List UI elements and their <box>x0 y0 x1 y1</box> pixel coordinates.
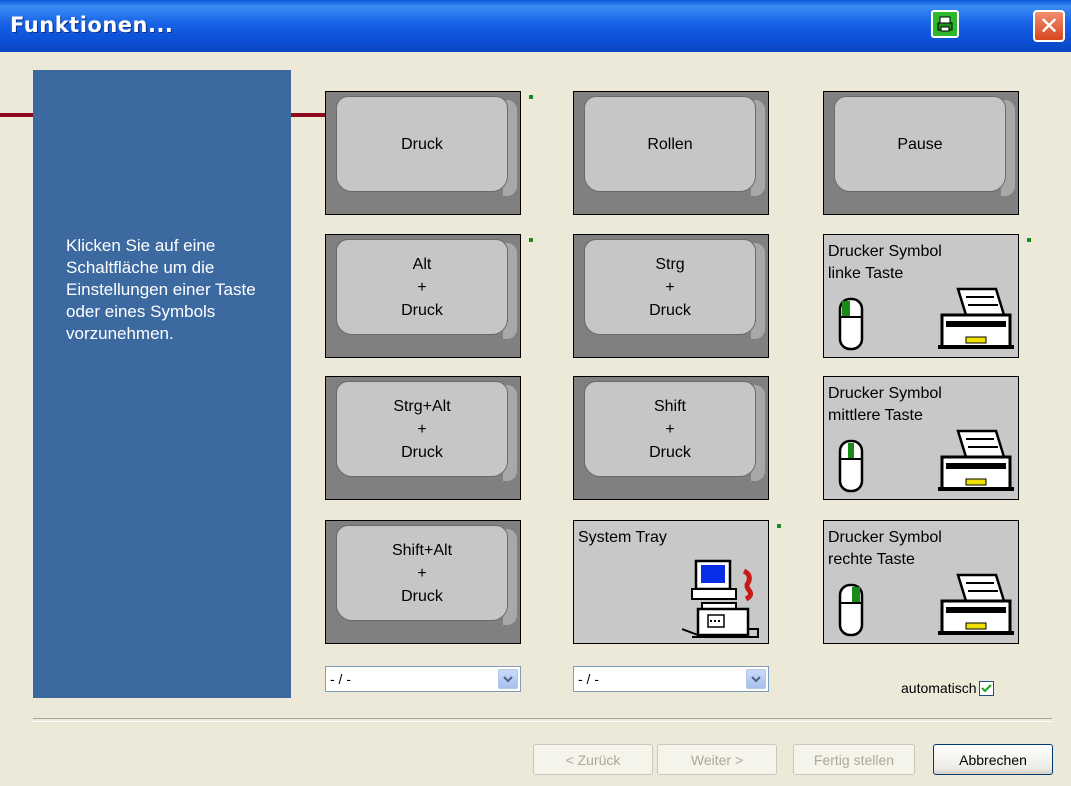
mouse-right-button-icon <box>838 583 864 637</box>
key-druck-label: Druck <box>401 135 443 153</box>
mouse-middle-button-icon <box>838 439 864 493</box>
finish-button[interactable]: Fertig stellen <box>793 744 915 775</box>
automatisch-option: automatisch <box>901 680 995 696</box>
printer-icon <box>938 287 1014 349</box>
back-button[interactable]: < Zurück <box>533 744 653 775</box>
indicator-dot <box>529 95 533 99</box>
key-alt-druck-label: Alt + Druck <box>401 255 443 319</box>
key-alt-druck[interactable]: Alt + Druck <box>325 234 521 358</box>
tile-drucker-rechts-label: Drucker Symbol rechte Taste <box>828 529 942 568</box>
cancel-button[interactable]: Abbrechen <box>933 744 1053 775</box>
left-select-value: - / - <box>330 671 351 687</box>
chevron-down-icon[interactable] <box>746 669 766 689</box>
title-bar: Funktionen... ✕ <box>0 0 1071 52</box>
key-strg-alt-druck[interactable]: Strg+Alt + Druck <box>325 376 521 500</box>
indicator-dot <box>1027 238 1031 242</box>
key-pause-label: Pause <box>897 135 943 153</box>
info-panel: Klicken Sie auf eine Schaltfläche um die… <box>33 70 291 698</box>
tile-drucker-mittlere-taste[interactable]: Drucker Symbol mittlere Taste <box>823 376 1019 500</box>
close-icon: ✕ <box>1038 12 1060 40</box>
printer-icon <box>938 429 1014 491</box>
next-button[interactable]: Weiter > <box>657 744 777 775</box>
key-druck[interactable]: Druck <box>325 91 521 215</box>
key-strg-alt-druck-label: Strg+Alt + Druck <box>393 397 451 461</box>
automatisch-checkbox[interactable] <box>979 680 995 696</box>
tile-drucker-mitte-label: Drucker Symbol mittlere Taste <box>828 385 942 424</box>
right-select-value: - / - <box>578 671 599 687</box>
separator <box>33 718 1052 722</box>
key-shift-druck[interactable]: Shift + Druck <box>573 376 769 500</box>
printer-icon <box>938 573 1014 635</box>
computer-fax-icon <box>682 559 759 638</box>
window-title: Funktionen... <box>10 13 174 37</box>
indicator-dot <box>777 524 781 528</box>
close-button[interactable]: ✕ <box>1033 10 1065 42</box>
right-key-select[interactable]: - / - <box>573 666 769 692</box>
instruction-text: Klicken Sie auf eine Schaltfläche um die… <box>66 236 256 343</box>
key-strg-druck[interactable]: Strg + Druck <box>573 234 769 358</box>
tile-drucker-linke-taste[interactable]: Drucker Symbol linke Taste <box>823 234 1019 358</box>
key-rollen-label: Rollen <box>647 135 693 153</box>
chevron-down-icon[interactable] <box>498 669 518 689</box>
mouse-left-button-icon <box>838 297 864 351</box>
key-shift-druck-label: Shift + Druck <box>649 397 691 461</box>
key-strg-druck-label: Strg + Druck <box>649 255 691 319</box>
tile-drucker-rechte-taste[interactable]: Drucker Symbol rechte Taste <box>823 520 1019 644</box>
tile-system-tray-label: System Tray <box>578 529 667 546</box>
key-shift-alt-druck-label: Shift+Alt + Druck <box>391 541 453 605</box>
key-pause[interactable]: Pause <box>823 91 1019 215</box>
tile-system-tray[interactable]: System Tray <box>573 520 769 644</box>
indicator-dot <box>529 238 533 242</box>
key-rollen[interactable]: Rollen <box>573 91 769 215</box>
checkmark-icon <box>981 683 993 692</box>
print-icon[interactable] <box>931 10 959 38</box>
tile-drucker-links-label: Drucker Symbol linke Taste <box>828 243 942 282</box>
key-shift-alt-druck[interactable]: Shift+Alt + Druck <box>325 520 521 644</box>
left-key-select[interactable]: - / - <box>325 666 521 692</box>
automatisch-label: automatisch <box>901 680 977 696</box>
